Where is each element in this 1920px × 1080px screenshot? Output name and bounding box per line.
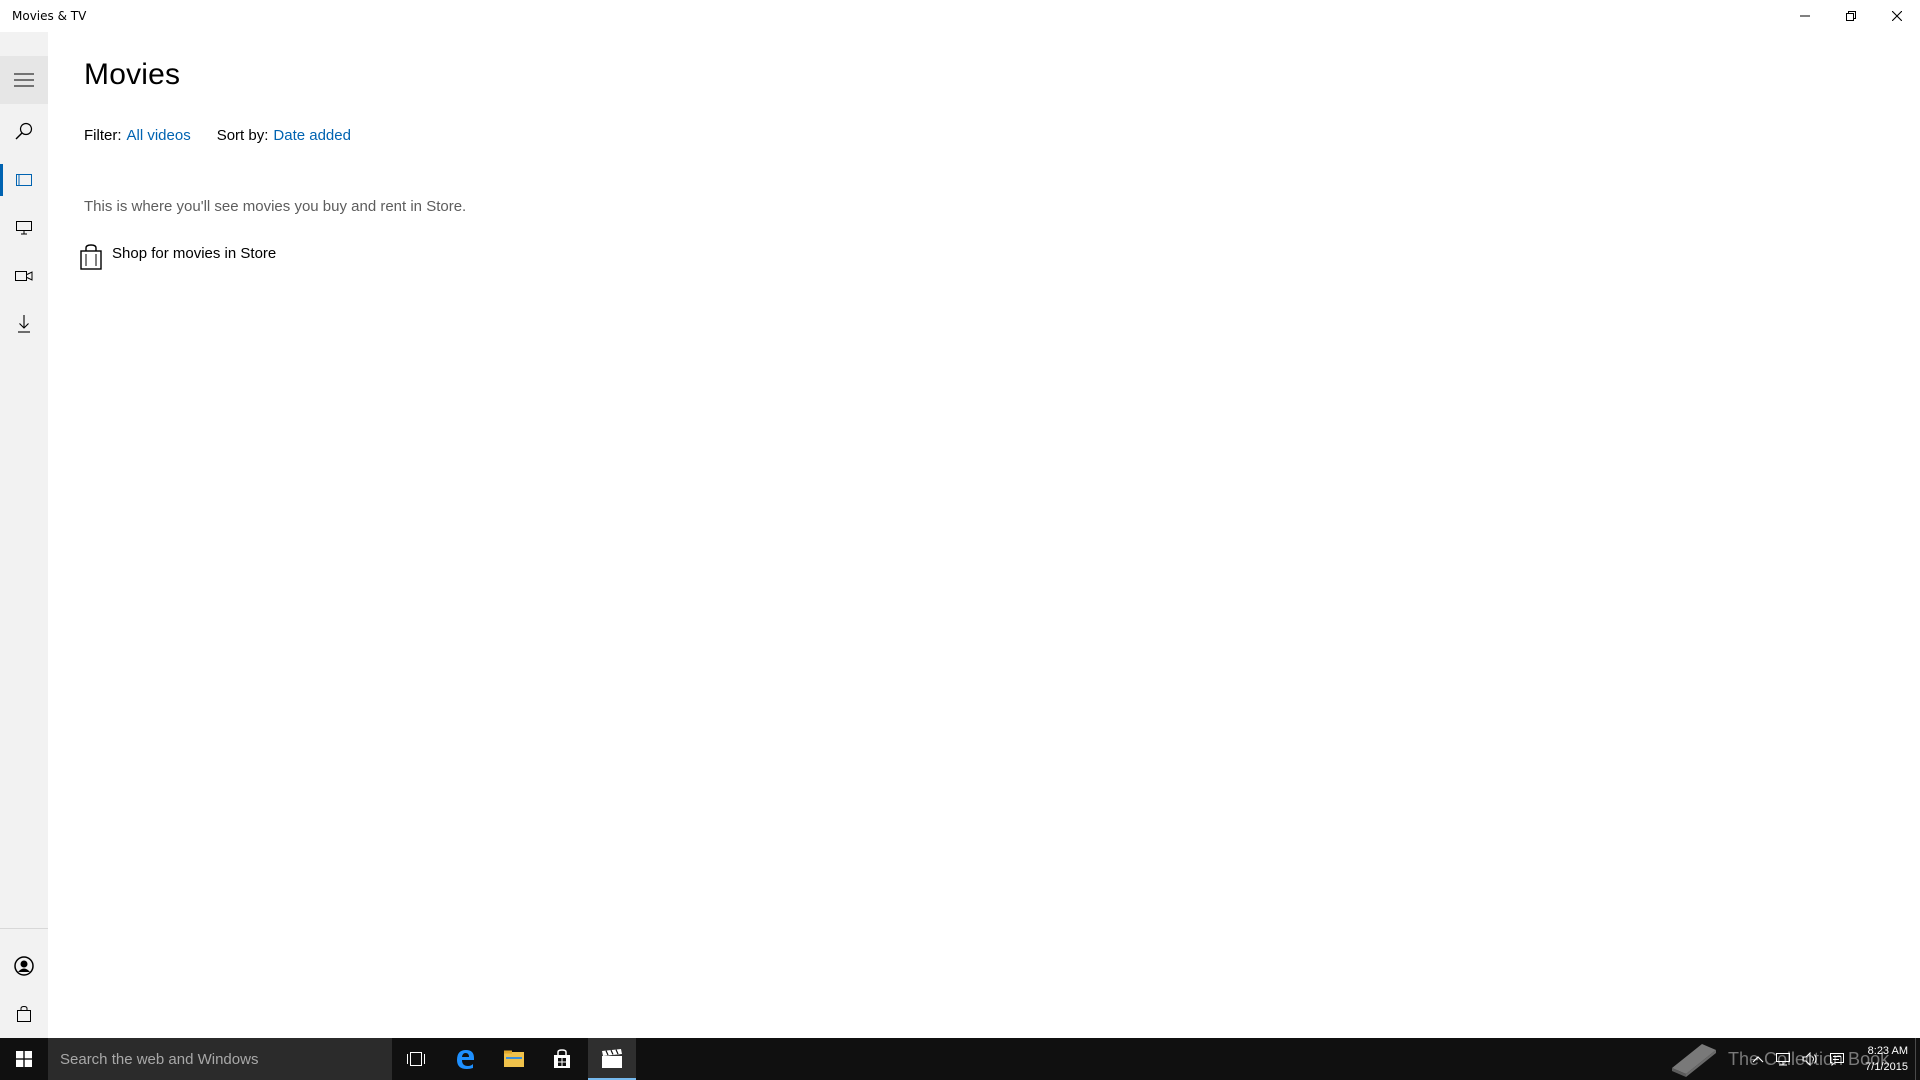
taskbar-clock[interactable]: 8:23 AM 7/1/2015 [1852,1043,1908,1075]
system-tray [1752,1038,1845,1080]
sidebar-item-movies[interactable] [0,156,48,204]
minimize-button[interactable] [1782,0,1828,32]
shopping-bag-icon [17,1006,31,1022]
account-button[interactable] [0,942,48,990]
volume-icon[interactable] [1802,1052,1818,1066]
title-bar: Movies & TV [0,0,1920,32]
sort-control: Sort by: Date added [217,127,351,144]
chevron-up-icon[interactable] [1752,1053,1764,1065]
filter-bar: Filter: All videos Sort by: Date added [84,127,371,144]
tv-icon [16,221,32,235]
action-center-icon[interactable] [1829,1052,1845,1066]
store-button[interactable] [0,990,48,1038]
sidebar-item-search[interactable] [0,107,48,155]
close-button[interactable] [1874,0,1920,32]
account-icon [14,956,34,976]
search-placeholder: Search the web and Windows [60,1050,259,1068]
file-explorer-icon [504,1050,524,1067]
clock-time: 8:23 AM [1867,1045,1908,1057]
restore-button[interactable] [1828,0,1874,32]
search-icon [15,122,33,140]
active-indicator [0,164,3,196]
minimize-icon [1800,15,1810,17]
page-title: Movies [84,58,181,91]
taskbar: Search the web and Windows The Collectio… [0,1038,1920,1080]
edge-icon [457,1050,474,1069]
start-button[interactable] [0,1038,48,1080]
sidebar-item-tv[interactable] [0,204,48,252]
restore-icon [1846,11,1856,21]
filter-dropdown[interactable]: All videos [127,127,191,144]
taskbar-app-file-explorer[interactable] [490,1038,538,1080]
hamburger-icon [14,73,34,87]
clock-date: 7/1/2015 [1865,1061,1908,1073]
app-title: Movies & TV [12,9,87,23]
task-view-button[interactable] [392,1038,440,1080]
shopping-bag-icon [80,244,102,270]
navigation-pane [0,32,48,1038]
video-camera-icon [15,271,33,281]
store-icon [554,1049,570,1068]
sort-label: Sort by: [216,127,269,144]
network-icon[interactable] [1775,1052,1791,1066]
task-view-icon [407,1052,425,1066]
taskbar-search-box[interactable]: Search the web and Windows [48,1038,392,1080]
taskbar-app-store[interactable] [538,1038,586,1080]
download-icon [18,315,30,333]
filter-control: Filter: All videos [84,127,191,144]
sidebar-divider [0,928,48,929]
taskbar-app-edge[interactable] [441,1038,489,1080]
filter-label: Filter: [84,127,122,144]
empty-state-message: This is where you'll see movies you buy … [84,198,467,215]
sort-dropdown[interactable]: Date added [273,127,351,144]
main-content: Movies Filter: All videos Sort by: Date … [48,32,1920,1038]
hamburger-menu-button[interactable] [0,56,48,104]
movies-tv-icon [602,1049,622,1068]
shop-for-movies-link[interactable]: Shop for movies in Store [80,244,276,270]
show-desktop-button[interactable] [1915,1038,1920,1080]
taskbar-app-movies-tv[interactable] [588,1038,636,1080]
shop-link-label: Shop for movies in Store [112,244,277,262]
windows-logo-icon [16,1051,32,1067]
book-logo-icon [1672,1044,1716,1077]
sidebar-item-downloads[interactable] [0,300,48,348]
film-icon [16,174,32,186]
close-icon [1892,11,1902,21]
sidebar-item-videos[interactable] [0,252,48,300]
